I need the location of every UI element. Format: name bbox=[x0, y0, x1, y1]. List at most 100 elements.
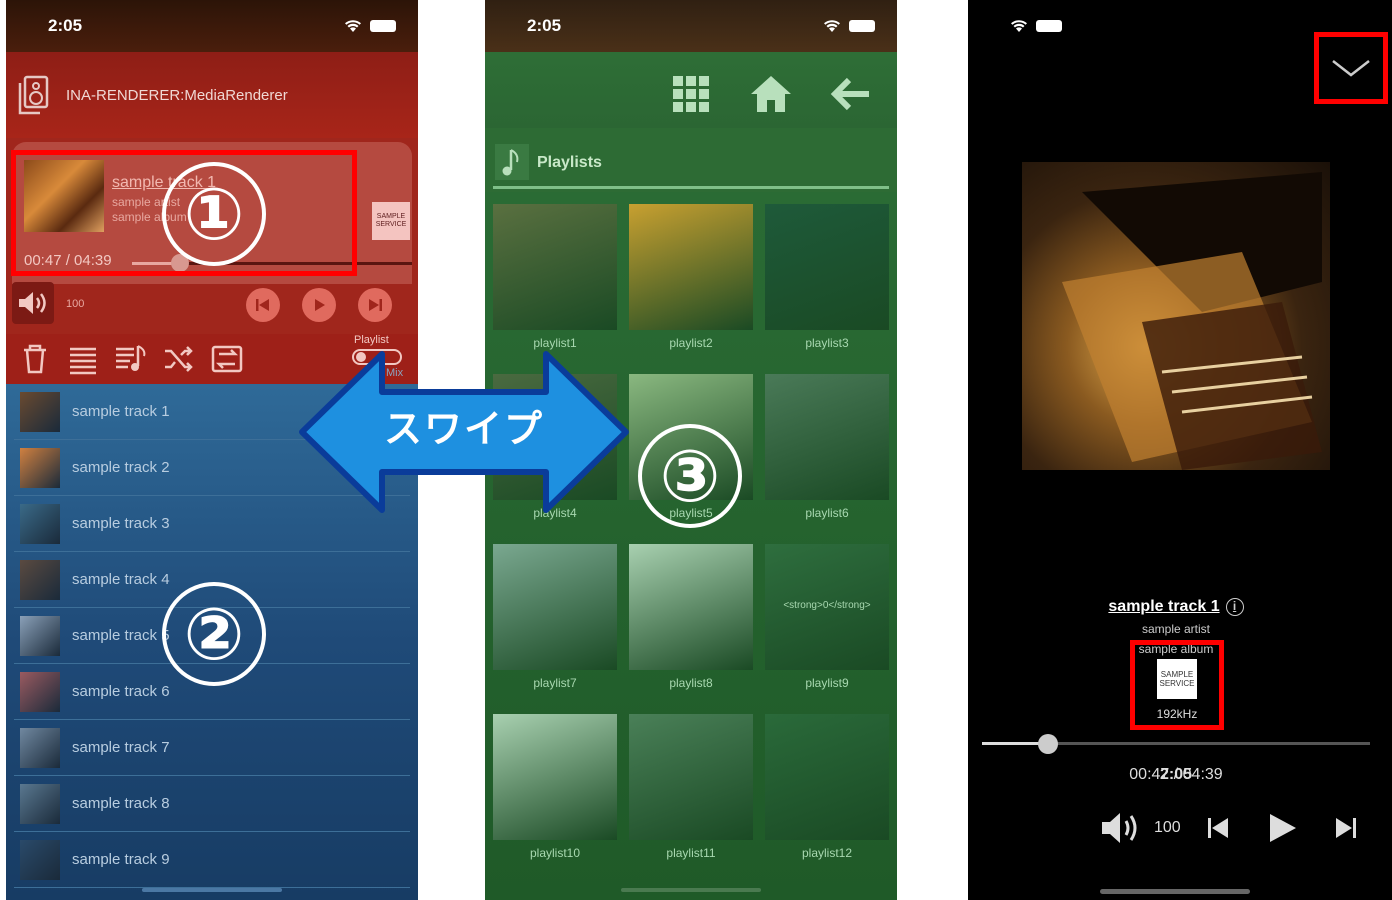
tile-placeholder-text: <strong>0</strong> bbox=[783, 600, 871, 611]
status-bar: 2:05 bbox=[485, 0, 897, 52]
track-row-title: sample track 6 bbox=[72, 683, 170, 700]
track-row-title: sample track 4 bbox=[72, 571, 170, 588]
grid-icon[interactable] bbox=[669, 74, 713, 114]
wifi-icon bbox=[1011, 20, 1027, 32]
track-title-text[interactable]: sample track 1 bbox=[1108, 598, 1219, 615]
callout-1: ① bbox=[162, 162, 266, 266]
playlist-tile[interactable] bbox=[765, 204, 889, 330]
battery-icon bbox=[849, 20, 875, 32]
playlist-tile[interactable] bbox=[765, 374, 889, 500]
playlist-label: playlist9 bbox=[805, 676, 849, 690]
track-row-title: sample track 2 bbox=[72, 459, 170, 476]
home-indicator bbox=[1100, 889, 1250, 894]
volume-button[interactable] bbox=[12, 282, 54, 324]
previous-icon bbox=[256, 299, 269, 311]
previous-icon[interactable] bbox=[1206, 810, 1230, 846]
now-playing-fullscreen: 2:05 sample track 1i sample artist sampl… bbox=[968, 0, 1392, 900]
list-icon[interactable] bbox=[66, 342, 100, 376]
track-row-title: sample track 8 bbox=[72, 795, 170, 812]
play-icon[interactable] bbox=[1266, 810, 1298, 846]
track-thumbnail bbox=[20, 783, 60, 824]
track-row[interactable]: sample track 8 bbox=[14, 776, 410, 832]
playlist-tile[interactable]: <strong>0</strong> bbox=[765, 544, 889, 670]
track-row-title: sample track 3 bbox=[72, 515, 170, 532]
repeat-icon[interactable] bbox=[210, 342, 244, 376]
renderer-name: INA-RENDERER:MediaRenderer bbox=[66, 86, 288, 104]
trash-icon[interactable] bbox=[18, 342, 52, 376]
speaker-volume-icon[interactable] bbox=[1100, 810, 1146, 846]
swipe-label: スワイプ bbox=[383, 409, 544, 451]
track-list-icon[interactable] bbox=[114, 342, 148, 376]
album-art-large bbox=[1022, 162, 1330, 470]
home-indicator bbox=[621, 888, 761, 892]
back-arrow-icon[interactable] bbox=[829, 74, 873, 114]
seek-knob[interactable] bbox=[1037, 734, 1058, 754]
track-row-title: sample track 9 bbox=[72, 851, 170, 868]
playlist-label: playlist11 bbox=[666, 846, 716, 860]
next-icon[interactable] bbox=[1334, 810, 1358, 846]
callout-3: ③ bbox=[638, 424, 742, 528]
playlist-label: playlist2 bbox=[669, 336, 713, 350]
callout-2: ② bbox=[162, 582, 266, 686]
seek-bar[interactable] bbox=[982, 734, 1370, 754]
play-icon bbox=[315, 299, 325, 311]
next-icon bbox=[369, 299, 382, 311]
status-time: 2:05 bbox=[48, 16, 83, 35]
playlist-tile[interactable] bbox=[629, 714, 753, 840]
playlist-tile[interactable] bbox=[629, 544, 753, 670]
service-logo: SAMPLE SERVICE bbox=[1157, 659, 1197, 699]
track-thumbnail bbox=[20, 447, 60, 488]
track-row-title: sample track 7 bbox=[72, 739, 170, 756]
highlight-service: SAMPLE SERVICE 192kHz bbox=[1130, 640, 1224, 730]
track-row-title: sample track 1 bbox=[72, 403, 170, 420]
status-bar: 2:05 bbox=[6, 0, 418, 52]
playlist-label: playlist3 bbox=[805, 336, 849, 350]
playlist-tile[interactable] bbox=[493, 714, 617, 840]
speaker-icon bbox=[18, 75, 49, 115]
playlist-label: playlist12 bbox=[801, 846, 853, 860]
playlists-section-header: Playlists bbox=[485, 128, 897, 192]
playlist-tile[interactable] bbox=[629, 204, 753, 330]
track-row[interactable]: sample track 7 bbox=[14, 720, 410, 776]
track-row[interactable]: sample track 9 bbox=[14, 832, 410, 888]
collapse-button[interactable] bbox=[1314, 32, 1388, 104]
speaker-volume-icon bbox=[19, 292, 46, 314]
playlist-tile[interactable] bbox=[493, 204, 617, 330]
sample-rate: 192kHz bbox=[1156, 707, 1198, 721]
track-row-title: sample track 5 bbox=[72, 627, 170, 644]
shuffle-icon[interactable] bbox=[162, 342, 196, 376]
next-button[interactable] bbox=[358, 288, 392, 322]
playback-time: 00:47 / 04:39 bbox=[1129, 766, 1223, 783]
service-logo: SAMPLE SERVICE bbox=[372, 202, 410, 240]
home-icon[interactable] bbox=[749, 74, 793, 114]
track-thumbnail bbox=[20, 559, 60, 600]
track-thumbnail bbox=[20, 727, 60, 768]
browser-nav-bar bbox=[485, 52, 897, 128]
volume-value: 100 bbox=[1154, 819, 1181, 836]
playlist-grid: playlist1 playlist2 playlist3 playlist4 play… bbox=[485, 192, 897, 900]
playlist-label: playlist10 bbox=[529, 846, 581, 860]
track-title[interactable]: sample track 1 i bbox=[968, 598, 1384, 616]
playlist-label: playlist6 bbox=[805, 506, 849, 520]
section-title: Playlists bbox=[537, 154, 602, 171]
info-icon[interactable]: i bbox=[1225, 598, 1244, 616]
previous-button[interactable] bbox=[246, 288, 280, 322]
playlist-label: playlist7 bbox=[533, 676, 577, 690]
volume-value: 100 bbox=[66, 298, 85, 310]
play-button[interactable] bbox=[302, 288, 336, 322]
chevron-down-icon bbox=[1332, 60, 1370, 77]
track-thumbnail bbox=[20, 839, 60, 880]
playlist-tile[interactable] bbox=[493, 544, 617, 670]
track-artist: sample artist bbox=[1141, 622, 1211, 636]
playlist-tile[interactable] bbox=[765, 714, 889, 840]
piano-artwork bbox=[1062, 172, 1322, 470]
playlist-label: playlist1 bbox=[533, 336, 577, 350]
battery-icon bbox=[1036, 20, 1062, 32]
renderer-header[interactable]: INA-RENDERER:MediaRenderer bbox=[6, 52, 418, 138]
music-note-icon bbox=[495, 144, 529, 180]
track-thumbnail bbox=[20, 615, 60, 656]
wifi-icon bbox=[824, 20, 840, 32]
status-time: 2:05 bbox=[527, 16, 562, 35]
playlist-switch-label: Playlist bbox=[354, 334, 389, 346]
battery-icon bbox=[370, 20, 396, 32]
